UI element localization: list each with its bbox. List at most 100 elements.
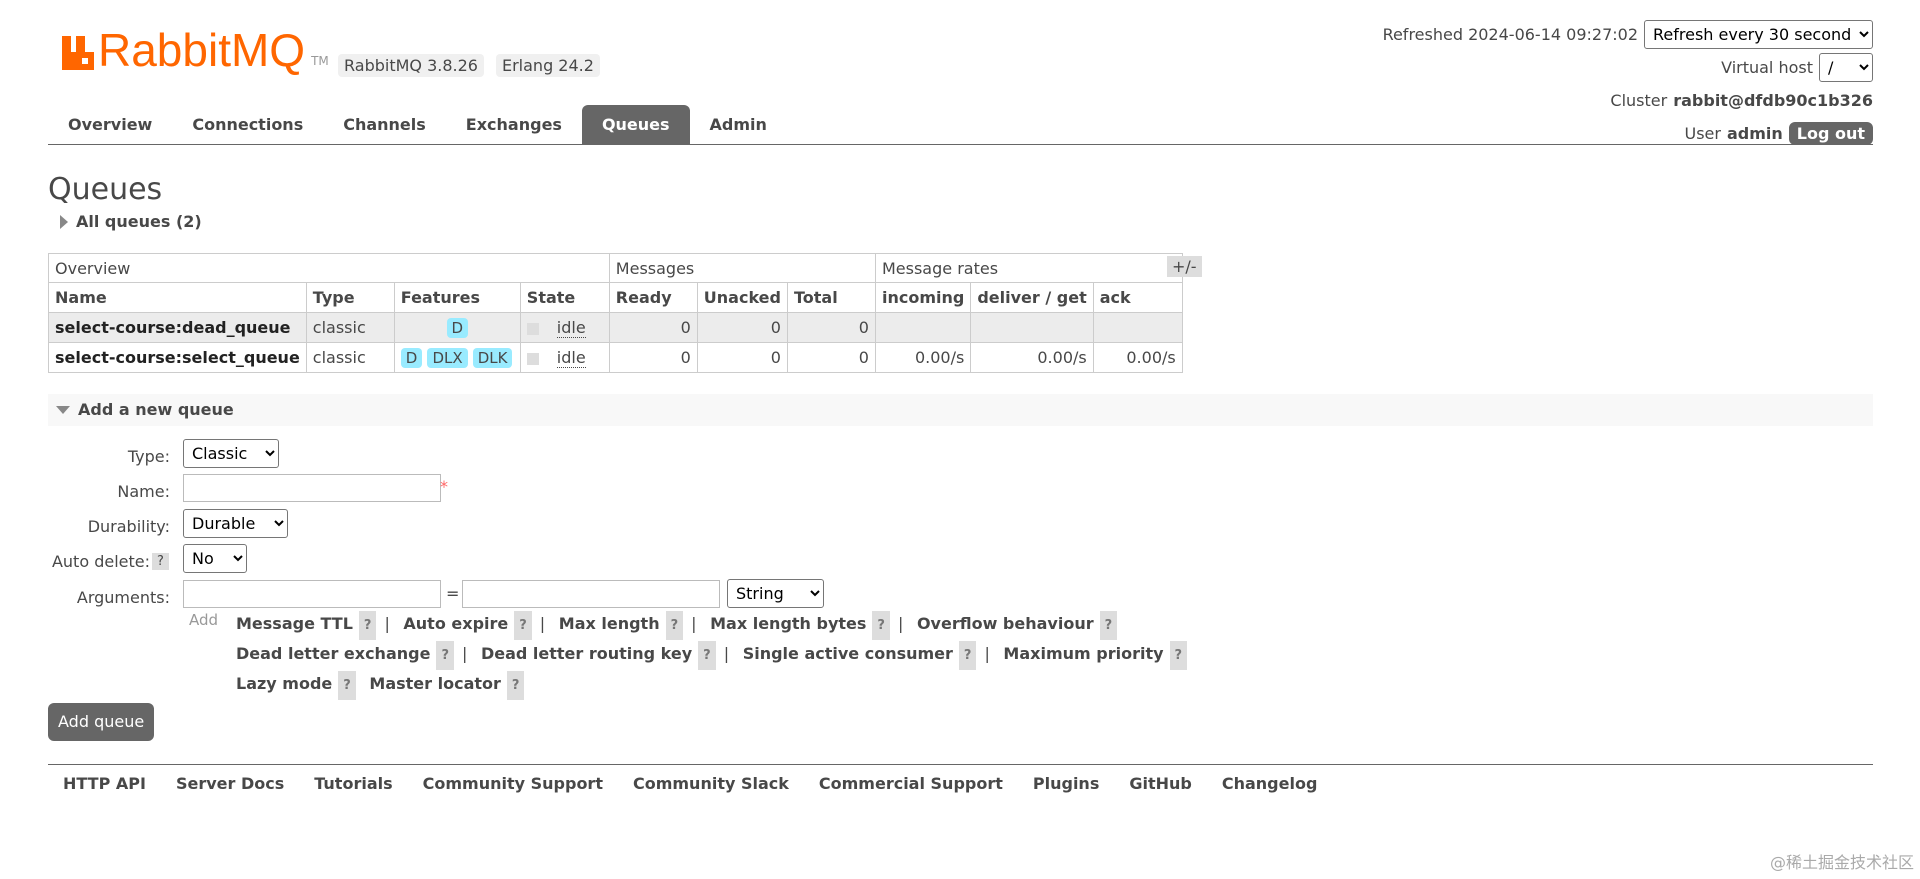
queue-features: D DLX DLK: [393, 342, 521, 373]
column-toggle-button[interactable]: +/-: [1167, 256, 1202, 277]
tab-connections[interactable]: Connections: [172, 105, 323, 144]
state-indicator-icon: [526, 322, 539, 335]
vhost-select[interactable]: /: [1819, 53, 1873, 82]
group-message-rates: Message rates: [874, 253, 1183, 283]
rabbitmq-logo[interactable]: RabbitMQ TM: [62, 24, 329, 76]
arg-overflow-behaviour[interactable]: Overflow behaviour: [917, 614, 1094, 633]
feature-badge: D: [446, 317, 469, 338]
queue-name-input[interactable]: [183, 474, 441, 502]
footer-changelog[interactable]: Changelog: [1222, 774, 1318, 793]
arg-max-length-bytes[interactable]: Max length bytes: [710, 614, 866, 633]
rabbit-logo-icon: [62, 32, 94, 70]
argument-value-input[interactable]: [462, 580, 720, 608]
user-label: User: [1684, 124, 1721, 143]
arg-max-length[interactable]: Max length: [559, 614, 660, 633]
col-features[interactable]: Features: [393, 282, 521, 313]
col-total[interactable]: Total: [786, 282, 876, 313]
argument-type-select[interactable]: String: [727, 579, 824, 608]
group-overview: Overview: [48, 253, 610, 283]
arg-auto-expire[interactable]: Auto expire: [403, 614, 508, 633]
tab-channels[interactable]: Channels: [323, 105, 446, 144]
add-queue-toggle[interactable]: Add a new queue: [56, 400, 234, 419]
footer-plugins[interactable]: Plugins: [1033, 774, 1099, 793]
tab-overview[interactable]: Overview: [48, 105, 172, 144]
queue-state: idle: [519, 312, 610, 343]
footer-divider: [48, 764, 1873, 765]
logout-button[interactable]: Log out: [1788, 122, 1873, 145]
arg-single-active-consumer[interactable]: Single active consumer: [743, 644, 953, 663]
queue-unacked: 0: [696, 312, 788, 343]
help-icon[interactable]: ?: [1169, 641, 1188, 670]
queue-type-select[interactable]: Classic: [183, 439, 279, 468]
add-argument-label: Add: [189, 611, 219, 629]
col-deliver-get[interactable]: deliver / get: [970, 282, 1094, 313]
arg-dead-letter-exchange[interactable]: Dead letter exchange: [236, 644, 430, 663]
help-icon[interactable]: ?: [872, 611, 890, 640]
argument-key-input[interactable]: [183, 580, 441, 608]
col-ready[interactable]: Ready: [608, 282, 698, 313]
durability-select[interactable]: Durable: [183, 509, 288, 538]
argument-shortcuts: Message TTL? | Auto expire? | Max length? |…: [236, 610, 1188, 700]
queue-deliver-get: 0.00/s: [970, 342, 1094, 373]
arg-lazy-mode[interactable]: Lazy mode: [236, 674, 332, 693]
queue-ack: 0.00/s: [1092, 342, 1183, 373]
col-unacked[interactable]: Unacked: [696, 282, 788, 313]
queue-name-link[interactable]: select-course:select_queue: [48, 342, 307, 373]
all-queues-toggle[interactable]: All queues (2): [60, 212, 202, 231]
col-name[interactable]: Name: [48, 282, 307, 313]
add-queue-section-header: [48, 394, 1873, 426]
logo-text: RabbitMQ: [98, 24, 306, 76]
auto-delete-select[interactable]: No: [183, 544, 247, 573]
tab-admin[interactable]: Admin: [690, 105, 787, 144]
queue-incoming: [874, 312, 972, 343]
help-icon[interactable]: ?: [358, 611, 377, 640]
auto-delete-help-icon[interactable]: ?: [152, 553, 169, 570]
arg-master-locator[interactable]: Master locator: [369, 674, 501, 693]
header-status: Refreshed 2024-06-14 09:27:02 Refresh ev…: [1383, 18, 1873, 150]
queue-ready: 0: [608, 312, 698, 343]
table-row[interactable]: select-course:dead_queue classic D idle …: [48, 312, 1183, 343]
col-state[interactable]: State: [519, 282, 610, 313]
help-icon[interactable]: ?: [698, 641, 716, 670]
group-messages: Messages: [608, 253, 876, 283]
arg-message-ttl[interactable]: Message TTL: [236, 614, 353, 633]
footer-github[interactable]: GitHub: [1129, 774, 1192, 793]
queue-state: idle: [519, 342, 610, 373]
rabbitmq-version: RabbitMQ 3.8.26: [338, 54, 484, 77]
help-icon[interactable]: ?: [436, 641, 454, 670]
help-icon[interactable]: ?: [514, 611, 532, 640]
feature-badge: DLX: [427, 347, 468, 368]
footer-server-docs[interactable]: Server Docs: [176, 774, 284, 793]
arguments-label: Arguments:: [76, 588, 170, 607]
cluster-name: rabbit@dfdb90c1b326: [1673, 91, 1873, 110]
col-incoming[interactable]: incoming: [874, 282, 972, 313]
footer-http-api[interactable]: HTTP API: [63, 774, 146, 793]
col-ack[interactable]: ack: [1092, 282, 1183, 313]
help-icon[interactable]: ?: [338, 671, 356, 700]
queue-ready: 0: [608, 342, 698, 373]
queue-ack: [1092, 312, 1183, 343]
help-icon[interactable]: ?: [665, 611, 684, 640]
help-icon[interactable]: ?: [1099, 611, 1118, 640]
help-icon[interactable]: ?: [958, 641, 977, 670]
refresh-interval-select[interactable]: Refresh every 30 seconds: [1644, 20, 1873, 49]
footer-community-support[interactable]: Community Support: [423, 774, 603, 793]
footer-community-slack[interactable]: Community Slack: [633, 774, 789, 793]
queue-name-link[interactable]: select-course:dead_queue: [48, 312, 307, 343]
footer-tutorials[interactable]: Tutorials: [314, 774, 392, 793]
footer-commercial-support[interactable]: Commercial Support: [819, 774, 1003, 793]
tab-divider: [48, 144, 1873, 145]
help-icon[interactable]: ?: [506, 671, 525, 700]
add-queue-button[interactable]: Add queue: [48, 703, 155, 741]
table-row[interactable]: select-course:select_queue classic D DLX…: [48, 342, 1183, 373]
col-type[interactable]: Type: [305, 282, 395, 313]
name-label: Name:: [117, 482, 170, 501]
tab-queues[interactable]: Queues: [581, 105, 690, 144]
refreshed-time: Refreshed 2024-06-14 09:27:02: [1382, 25, 1638, 44]
tab-exchanges[interactable]: Exchanges: [446, 105, 582, 144]
arg-maximum-priority[interactable]: Maximum priority: [1003, 644, 1163, 663]
expand-arrow-icon: [60, 214, 68, 229]
durability-label: Durability:: [87, 517, 170, 536]
queue-incoming: 0.00/s: [874, 342, 972, 373]
arg-dead-letter-routing-key[interactable]: Dead letter routing key: [481, 644, 692, 663]
